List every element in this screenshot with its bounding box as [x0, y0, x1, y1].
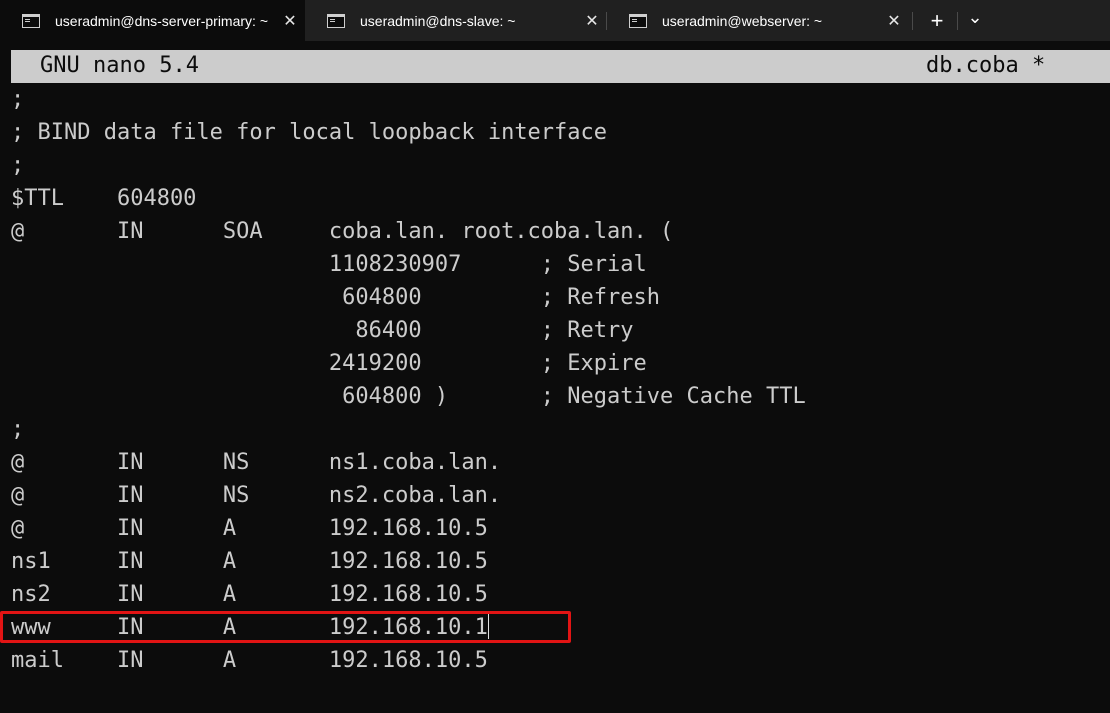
file-line: 604800 ; Refresh: [11, 285, 661, 310]
close-icon[interactable]: ✕: [275, 11, 305, 31]
file-line: mail IN A 192.168.10.5: [11, 648, 488, 673]
tab-webserver[interactable]: useradmin@webserver: ~ ✕: [607, 0, 909, 41]
terminal-icon: [629, 13, 647, 28]
terminal-icon: [22, 13, 40, 28]
highlight-annotation-box: [0, 611, 571, 643]
file-line: @ IN NS ns2.coba.lan.: [11, 483, 502, 508]
file-line: 2419200 ; Expire: [11, 351, 647, 376]
file-line: @ IN SOA coba.lan. root.coba.lan. (: [11, 219, 674, 244]
file-line: 1108230907 ; Serial: [11, 252, 647, 277]
tab-title: useradmin@webserver: ~: [662, 12, 823, 29]
tab-separator: [912, 12, 913, 30]
tab-dns-slave[interactable]: useradmin@dns-slave: ~ ✕: [305, 0, 607, 41]
terminal-icon: [327, 13, 345, 28]
file-line: ns1 IN A 192.168.10.5: [11, 549, 488, 574]
tab-title: useradmin@dns-slave: ~: [360, 12, 516, 29]
nano-version: GNU nano 5.4: [40, 53, 199, 78]
terminal-tab-bar: useradmin@dns-server-primary: ~ ✕ userad…: [0, 0, 1110, 41]
chevron-down-icon[interactable]: ⌄: [958, 0, 992, 41]
file-line: ;: [11, 87, 25, 112]
close-icon[interactable]: ✕: [879, 11, 909, 31]
file-line: @ IN A 192.168.10.5: [11, 516, 488, 541]
file-line: ns2 IN A 192.168.10.5: [11, 582, 488, 607]
tab-title: useradmin@dns-server-primary: ~: [55, 12, 268, 29]
file-line: $TTL 604800: [11, 186, 197, 211]
tab-dns-server-primary[interactable]: useradmin@dns-server-primary: ~ ✕: [0, 0, 305, 41]
close-icon[interactable]: ✕: [577, 11, 607, 31]
new-tab-button[interactable]: +: [918, 0, 956, 41]
file-line: @ IN NS ns1.coba.lan.: [11, 450, 502, 475]
nano-title-bar: GNU nano 5.4 db.coba *: [11, 50, 1110, 83]
file-line: ;: [11, 153, 25, 178]
file-line: 604800 ) ; Negative Cache TTL: [11, 384, 806, 409]
file-line: 86400 ; Retry: [11, 318, 634, 343]
nano-editor-buffer[interactable]: ; ; BIND data file for local loopback in…: [0, 83, 1106, 713]
file-line: ;: [11, 417, 25, 442]
nano-filename: db.coba *: [926, 53, 1046, 78]
file-line: ; BIND data file for local loopback inte…: [11, 120, 608, 145]
